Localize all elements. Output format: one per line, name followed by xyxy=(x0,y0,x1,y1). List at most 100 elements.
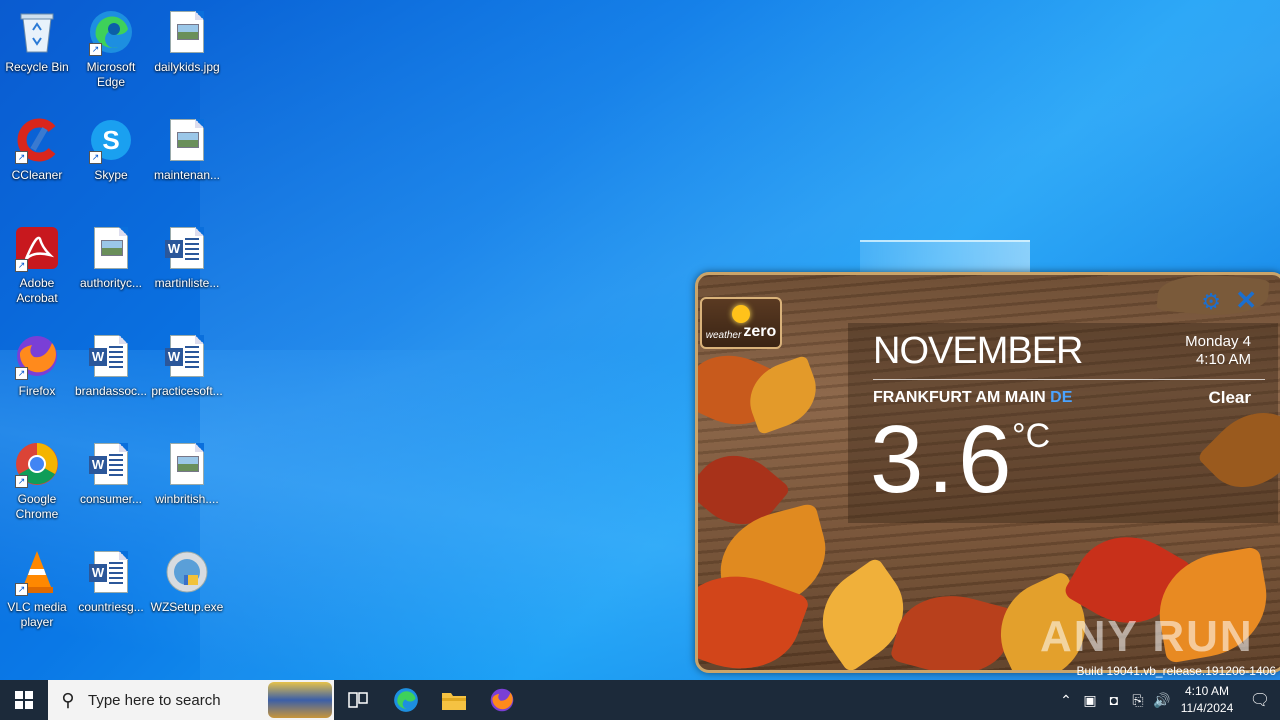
skype-icon: S ↗ xyxy=(87,116,135,164)
desktop-icon-vlc[interactable]: ↗ VLC media player xyxy=(0,548,74,630)
desktop-icon-label: dailykids.jpg xyxy=(154,60,220,74)
search-icon: ⚲ xyxy=(61,689,75,710)
image-file-icon xyxy=(163,116,211,164)
weatherzero-logo: weather zero xyxy=(700,297,782,349)
desktop-icon-practicesoft[interactable]: W practicesoft... xyxy=(150,332,224,399)
taskbar-clock[interactable]: 4:10 AM 11/4/2024 xyxy=(1174,683,1240,717)
weather-temperature: 3.6 xyxy=(870,406,1016,513)
desktop-icon-recycle-bin[interactable]: Recycle Bin xyxy=(0,8,74,75)
desktop-icon-chrome[interactable]: ↗ Google Chrome xyxy=(0,440,74,522)
shortcut-arrow-icon: ↗ xyxy=(15,583,28,596)
taskbar-search-box[interactable]: ⚲ Type here to search xyxy=(48,680,334,720)
taskbar-edge-button[interactable] xyxy=(382,680,430,720)
gear-icon[interactable]: ⚙ xyxy=(1201,289,1221,315)
shortcut-arrow-icon: ↗ xyxy=(89,151,102,164)
firefox-icon: ↗ xyxy=(13,332,61,380)
desktop-icon-brandassoc[interactable]: W brandassoc... xyxy=(74,332,148,399)
desktop-icon-label: Google Chrome xyxy=(15,492,59,521)
camera-icon[interactable]: ◘ xyxy=(1102,692,1126,708)
search-placeholder: Type here to search xyxy=(88,691,221,709)
weather-date-time: Monday 4 4:10 AM xyxy=(1185,333,1251,369)
image-file-icon xyxy=(163,440,211,488)
word-doc-icon: W xyxy=(87,548,135,596)
word-doc-icon: W xyxy=(87,440,135,488)
shortcut-arrow-icon: ↗ xyxy=(15,475,28,488)
file-explorer-icon xyxy=(442,693,466,710)
anyrun-watermark: ANY RUN xyxy=(1040,612,1254,661)
system-tray: ⌃ ▣ ◘ ⎘ 🔊 4:10 AM 11/4/2024 🗨 xyxy=(1054,680,1280,720)
desktop-icon-ccleaner[interactable]: ↗ CCleaner xyxy=(0,116,74,183)
tray-app-icon[interactable]: ▣ xyxy=(1078,692,1102,709)
weather-month: NOVEMBER xyxy=(873,330,1083,372)
task-view-icon xyxy=(348,692,368,708)
desktop-icon-label: brandassoc... xyxy=(74,384,148,398)
weather-day: Monday 4 xyxy=(1185,333,1251,350)
desktop-icon-label: CCleaner xyxy=(11,168,63,182)
desktop-icon-authority[interactable]: authorityc... xyxy=(74,224,148,291)
desktop-icon-wzsetup[interactable]: WZSetup.exe xyxy=(150,548,224,615)
chrome-icon: ↗ xyxy=(13,440,61,488)
desktop-icon-label: countriesg... xyxy=(78,600,144,614)
notification-icon[interactable]: 🗨 xyxy=(1240,690,1280,710)
word-doc-icon: W xyxy=(163,332,211,380)
weather-country: DE xyxy=(1050,389,1073,406)
shortcut-arrow-icon: ↗ xyxy=(15,151,28,164)
volume-icon[interactable]: 🔊 xyxy=(1150,692,1174,709)
desktop-icon-label: practicesoft... xyxy=(151,384,223,398)
taskbar-file-explorer-button[interactable] xyxy=(430,680,478,720)
desktop-icon-label: VLC media player xyxy=(7,600,67,629)
desktop-icon-label: Skype xyxy=(94,168,128,182)
desktop-icon-winbritish[interactable]: winbritish.... xyxy=(150,440,224,507)
search-highlight-image xyxy=(268,682,332,718)
clock-time: 4:10 AM xyxy=(1184,684,1230,698)
firefox-icon xyxy=(490,688,514,712)
divider xyxy=(873,379,1265,380)
weather-unit: °C xyxy=(1012,417,1051,455)
weather-city: FRANKFURT AM MAIN xyxy=(873,389,1046,406)
network-icon[interactable]: ⎘ xyxy=(1126,692,1150,709)
vlc-icon: ↗ xyxy=(13,548,61,596)
acrobat-icon: ↗ xyxy=(13,224,61,272)
desktop-icon-skype[interactable]: S ↗ Skype xyxy=(74,116,148,183)
weather-condition: Clear xyxy=(1208,388,1251,407)
desktop-icon-acrobat[interactable]: ↗ Adobe Acrobat xyxy=(0,224,74,306)
start-button[interactable] xyxy=(0,680,48,720)
desktop-icon-consumer[interactable]: W consumer... xyxy=(74,440,148,507)
taskbar-firefox-button[interactable] xyxy=(478,680,526,720)
desktop-icon-dailykids[interactable]: dailykids.jpg xyxy=(150,8,224,75)
desktop-icon-label: maintenan... xyxy=(153,168,221,182)
chevron-up-icon[interactable]: ⌃ xyxy=(1054,692,1078,709)
word-doc-icon: W xyxy=(163,224,211,272)
desktop-icon-label: Microsoft Edge xyxy=(86,60,136,89)
windows-logo-icon xyxy=(15,691,33,709)
desktop-icon-label: Adobe Acrobat xyxy=(16,276,58,305)
desktop-icon-maintenance[interactable]: maintenan... xyxy=(150,116,224,183)
desktop-icon-label: Recycle Bin xyxy=(5,60,69,74)
build-info: Build 19041.vb_release.191206-1406 xyxy=(1076,664,1277,678)
desktop-icon-edge[interactable]: ↗ Microsoft Edge xyxy=(74,8,148,90)
desktop-icon-label: consumer... xyxy=(79,492,143,506)
desktop-icon-label: WZSetup.exe xyxy=(150,600,224,614)
weather-time: 4:10 AM xyxy=(1195,351,1251,368)
desktop-icon-label: winbritish.... xyxy=(155,492,219,506)
sun-icon xyxy=(732,305,750,323)
shortcut-arrow-icon: ↗ xyxy=(15,367,28,380)
taskbar: ⚲ Type here to search ⌃ ▣ ◘ ⎘ 🔊 4:10 AM … xyxy=(0,680,1280,720)
shortcut-arrow-icon: ↗ xyxy=(89,43,102,56)
leaf-decoration xyxy=(889,582,1017,670)
desktop-icon-label: martinliste... xyxy=(154,276,220,290)
desktop-icon-label: Firefox xyxy=(18,384,56,398)
shortcut-arrow-icon: ↗ xyxy=(15,259,28,272)
desktop-icon-martinlist[interactable]: W martinliste... xyxy=(150,224,224,291)
task-view-button[interactable] xyxy=(334,680,382,720)
desktop-icon-firefox[interactable]: ↗ Firefox xyxy=(0,332,74,399)
close-icon[interactable]: ✕ xyxy=(1235,285,1257,316)
installer-icon xyxy=(163,548,211,596)
clock-date: 11/4/2024 xyxy=(1180,701,1234,715)
ccleaner-icon: ↗ xyxy=(13,116,61,164)
edge-icon: ↗ xyxy=(87,8,135,56)
recycle-bin-icon xyxy=(13,8,61,56)
image-file-icon xyxy=(163,8,211,56)
desktop-icon-countries[interactable]: W countriesg... xyxy=(74,548,148,615)
desktop-icon-label: authorityc... xyxy=(79,276,143,290)
